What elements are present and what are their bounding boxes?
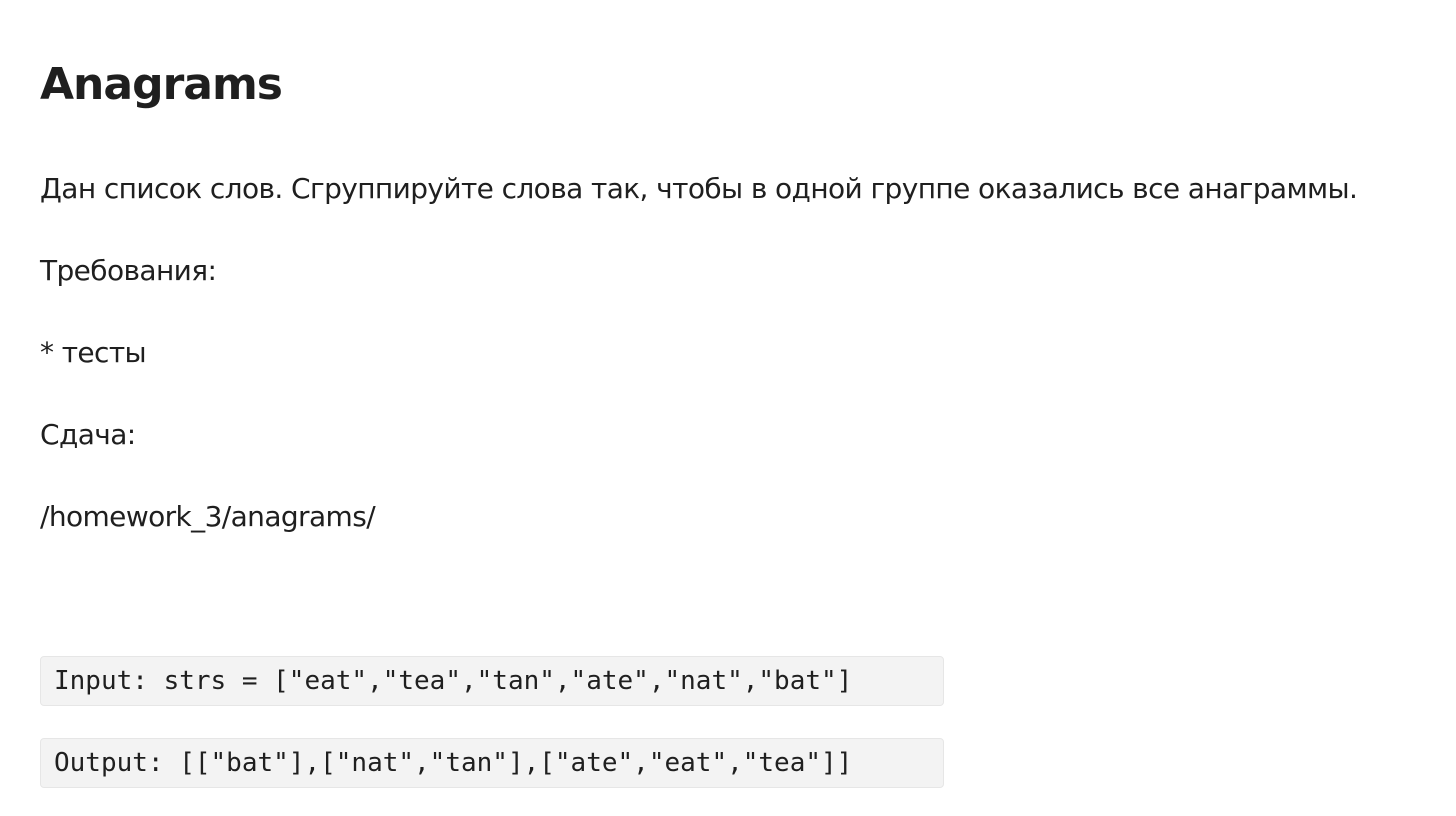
submission-path: /homework_3/anagrams/ [40, 500, 376, 533]
example-input-code: Input: strs = ["eat","tea","tan","ate","… [40, 656, 944, 706]
requirements-heading: Требования: [40, 254, 217, 287]
task-description: Дан список слов. Сгруппируйте слова так,… [40, 172, 1358, 205]
submission-heading: Сдача: [40, 418, 136, 451]
requirements-item: * тесты [40, 336, 147, 369]
page-title: Anagrams [40, 59, 283, 110]
document-page: Anagrams Дан список слов. Сгруппируйте с… [40, 0, 1456, 816]
example-output-code: Output: [["bat"],["nat","tan"],["ate","e… [40, 738, 944, 788]
